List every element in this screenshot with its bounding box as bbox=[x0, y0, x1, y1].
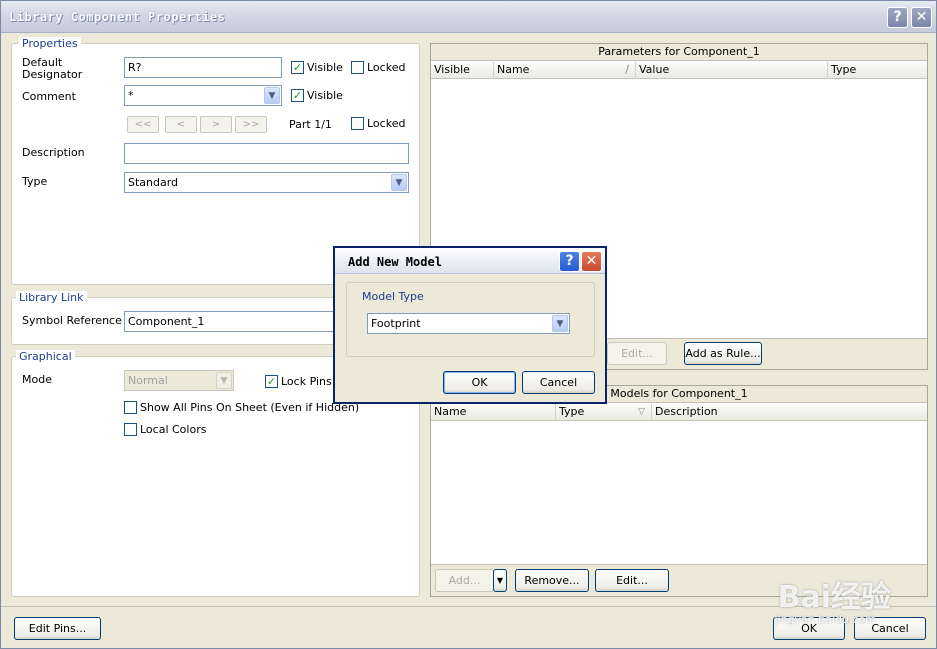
dialog-cancel-button[interactable]: Cancel bbox=[522, 371, 595, 394]
column-name-label: Name bbox=[497, 63, 530, 76]
visible-label-designator: Visible bbox=[307, 61, 343, 74]
remove-model-button[interactable]: Remove... bbox=[515, 569, 589, 592]
column-model-name[interactable]: Name bbox=[431, 404, 556, 421]
description-input[interactable] bbox=[124, 143, 409, 164]
window-title: Library Component Properties bbox=[9, 10, 226, 24]
default-designator-label: Default Designator bbox=[22, 56, 83, 81]
chevron-down-icon[interactable]: ▼ bbox=[391, 174, 407, 191]
chevron-down-icon[interactable]: ▼ bbox=[552, 315, 568, 332]
locked-label-comment: Locked bbox=[367, 117, 406, 130]
symbol-reference-label: Symbol Reference bbox=[22, 314, 122, 327]
dialog-help-icon[interactable]: ? bbox=[559, 251, 580, 272]
properties-group-label: Properties bbox=[19, 37, 81, 50]
graphical-group-label: Graphical bbox=[16, 350, 75, 363]
column-model-type[interactable]: Type ▽ bbox=[556, 404, 652, 421]
dialog-ok-button[interactable]: OK bbox=[443, 371, 516, 394]
visible-label-comment: Visible bbox=[307, 89, 343, 102]
column-value[interactable]: Value bbox=[636, 62, 828, 79]
lock-pins-label: Lock Pins bbox=[281, 375, 332, 388]
edit-pins-button[interactable]: Edit Pins... bbox=[14, 617, 101, 640]
model-type-combo[interactable]: Footprint ▼ bbox=[367, 313, 570, 334]
lock-pins-checkbox[interactable]: ✓ bbox=[265, 375, 278, 388]
locked-label-designator: Locked bbox=[367, 61, 406, 74]
show-all-pins-label: Show All Pins On Sheet (Even if Hidden) bbox=[140, 401, 360, 414]
part-indicator: Part 1/1 bbox=[289, 118, 332, 131]
add-model-dropdown-icon[interactable]: ▼ bbox=[493, 569, 507, 592]
add-new-model-dialog: Add New Model ? ✕ Model Type Footprint ▼… bbox=[333, 246, 607, 404]
sort-icon: ▽ bbox=[638, 407, 645, 417]
locked-checkbox-comment[interactable] bbox=[351, 117, 364, 130]
mode-value: Normal bbox=[128, 374, 168, 387]
comment-combo[interactable]: * ▼ bbox=[124, 85, 282, 106]
close-icon[interactable]: ✕ bbox=[911, 7, 932, 28]
dialog-title-bar[interactable]: Add New Model ? ✕ bbox=[335, 248, 605, 274]
locked-checkbox-designator[interactable] bbox=[351, 61, 364, 74]
column-model-description[interactable]: Description bbox=[652, 404, 927, 421]
help-icon[interactable]: ? bbox=[887, 7, 908, 28]
visible-checkbox-comment[interactable]: ✓ bbox=[291, 89, 304, 102]
sort-icon: / bbox=[625, 63, 629, 76]
column-type[interactable]: Type bbox=[828, 62, 927, 79]
model-type-value: Footprint bbox=[371, 317, 421, 330]
dialog-title: Add New Model bbox=[348, 255, 442, 269]
description-label: Description bbox=[22, 146, 85, 159]
prev-part-button[interactable]: < bbox=[165, 116, 197, 133]
type-value: Standard bbox=[128, 176, 179, 189]
baidu-watermark-url: jingyan.baidu.com bbox=[774, 613, 876, 626]
type-combo[interactable]: Standard ▼ bbox=[124, 172, 409, 193]
mode-label: Mode bbox=[22, 373, 52, 386]
show-all-pins-checkbox[interactable] bbox=[124, 401, 137, 414]
add-as-rule-button[interactable]: Add as Rule... bbox=[684, 342, 762, 365]
next-part-button[interactable]: > bbox=[200, 116, 232, 133]
title-bar[interactable]: Library Component Properties ? ✕ bbox=[1, 1, 936, 33]
type-label: Type bbox=[22, 175, 48, 188]
parameters-edit-button[interactable]: Edit... bbox=[607, 342, 667, 365]
parameters-header: Visible Name / Value Type bbox=[431, 62, 927, 79]
parameters-title: Parameters for Component_1 bbox=[431, 44, 927, 61]
comment-value: * bbox=[128, 89, 134, 102]
models-header: Name Type ▽ Description bbox=[431, 404, 927, 421]
column-visible[interactable]: Visible bbox=[431, 62, 494, 79]
column-model-type-label: Type bbox=[559, 405, 585, 418]
baidu-watermark-logo: Bai经验 bbox=[777, 580, 891, 615]
column-name[interactable]: Name / bbox=[494, 62, 636, 79]
library-component-properties-window: Library Component Properties ? ✕ Propert… bbox=[0, 0, 937, 649]
visible-checkbox-designator[interactable]: ✓ bbox=[291, 61, 304, 74]
local-colors-checkbox[interactable] bbox=[124, 423, 137, 436]
edit-model-button[interactable]: Edit... bbox=[595, 569, 669, 592]
first-part-button[interactable]: << bbox=[127, 116, 159, 133]
last-part-button[interactable]: >> bbox=[235, 116, 267, 133]
chevron-down-icon[interactable]: ▼ bbox=[264, 87, 280, 104]
library-link-group-label: Library Link bbox=[16, 291, 87, 304]
models-panel: Models for Component_1 Name Type ▽ Descr… bbox=[430, 385, 928, 597]
comment-label: Comment bbox=[22, 90, 76, 103]
default-designator-input[interactable]: R? bbox=[124, 57, 282, 78]
dialog-close-icon[interactable]: ✕ bbox=[581, 251, 602, 272]
model-type-label: Model Type bbox=[359, 291, 427, 303]
add-model-button[interactable]: Add... bbox=[435, 569, 494, 592]
chevron-down-icon[interactable]: ▼ bbox=[216, 372, 232, 389]
mode-combo[interactable]: Normal ▼ bbox=[124, 370, 234, 391]
local-colors-label: Local Colors bbox=[140, 423, 207, 436]
